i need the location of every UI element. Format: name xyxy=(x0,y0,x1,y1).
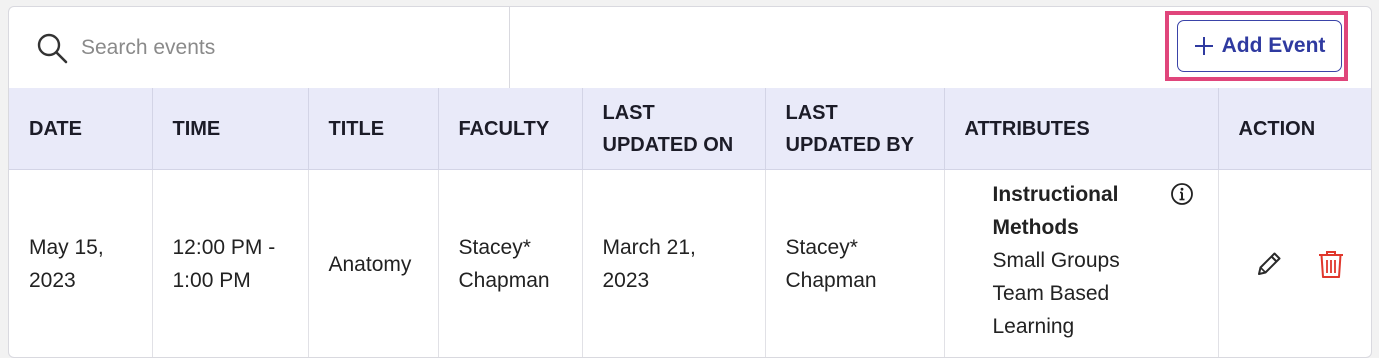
column-header-attributes: ATTRIBUTES xyxy=(944,88,1218,170)
cell-faculty: Stacey*Chapman xyxy=(438,170,582,358)
column-header-time[interactable]: TIME xyxy=(152,88,308,170)
row-actions xyxy=(1239,248,1352,280)
table-row: May 15,2023 12:00 PM -1:00 PM Anatomy St… xyxy=(9,170,1371,358)
column-header-last-updated-on[interactable]: LASTUPDATED ON xyxy=(582,88,765,170)
info-icon[interactable] xyxy=(1170,182,1194,206)
add-event-label: Add Event xyxy=(1222,34,1326,58)
column-header-date[interactable]: DATE xyxy=(9,88,152,170)
attribute-heading: Instructional Methods xyxy=(993,178,1143,244)
trash-icon[interactable] xyxy=(1315,248,1347,280)
cell-attributes: Instructional Methods Small Groups Team … xyxy=(944,170,1218,358)
column-header-faculty[interactable]: FACULTY xyxy=(438,88,582,170)
attribute-value: Team Based xyxy=(993,277,1198,310)
pencil-icon[interactable] xyxy=(1253,248,1285,280)
cell-last-updated-by: Stacey*Chapman xyxy=(765,170,944,358)
search-box xyxy=(9,7,510,88)
events-table: DATE TIME TITLE FACULTY LASTUPDATED ON L… xyxy=(9,88,1371,358)
cell-action xyxy=(1218,170,1371,358)
plus-icon xyxy=(1194,36,1214,56)
column-header-action: ACTION xyxy=(1218,88,1371,170)
attribute-value: Small Groups xyxy=(993,244,1198,277)
add-event-button[interactable]: Add Event xyxy=(1177,20,1342,72)
search-icon xyxy=(35,31,69,65)
column-header-title[interactable]: TITLE xyxy=(308,88,438,170)
search-input[interactable] xyxy=(79,29,483,67)
cell-time: 12:00 PM -1:00 PM xyxy=(152,170,308,358)
toolbar: Add Event xyxy=(9,7,1371,89)
cell-title: Anatomy xyxy=(308,170,438,358)
events-panel: Add Event DATE TIME TITLE FACULTY LASTUP… xyxy=(8,6,1372,358)
table-header-row: DATE TIME TITLE FACULTY LASTUPDATED ON L… xyxy=(9,88,1371,170)
cell-last-updated-on: March 21,2023 xyxy=(582,170,765,358)
cell-date: May 15,2023 xyxy=(9,170,152,358)
column-header-last-updated-by[interactable]: LASTUPDATED BY xyxy=(765,88,944,170)
attribute-value: Learning xyxy=(993,310,1198,343)
